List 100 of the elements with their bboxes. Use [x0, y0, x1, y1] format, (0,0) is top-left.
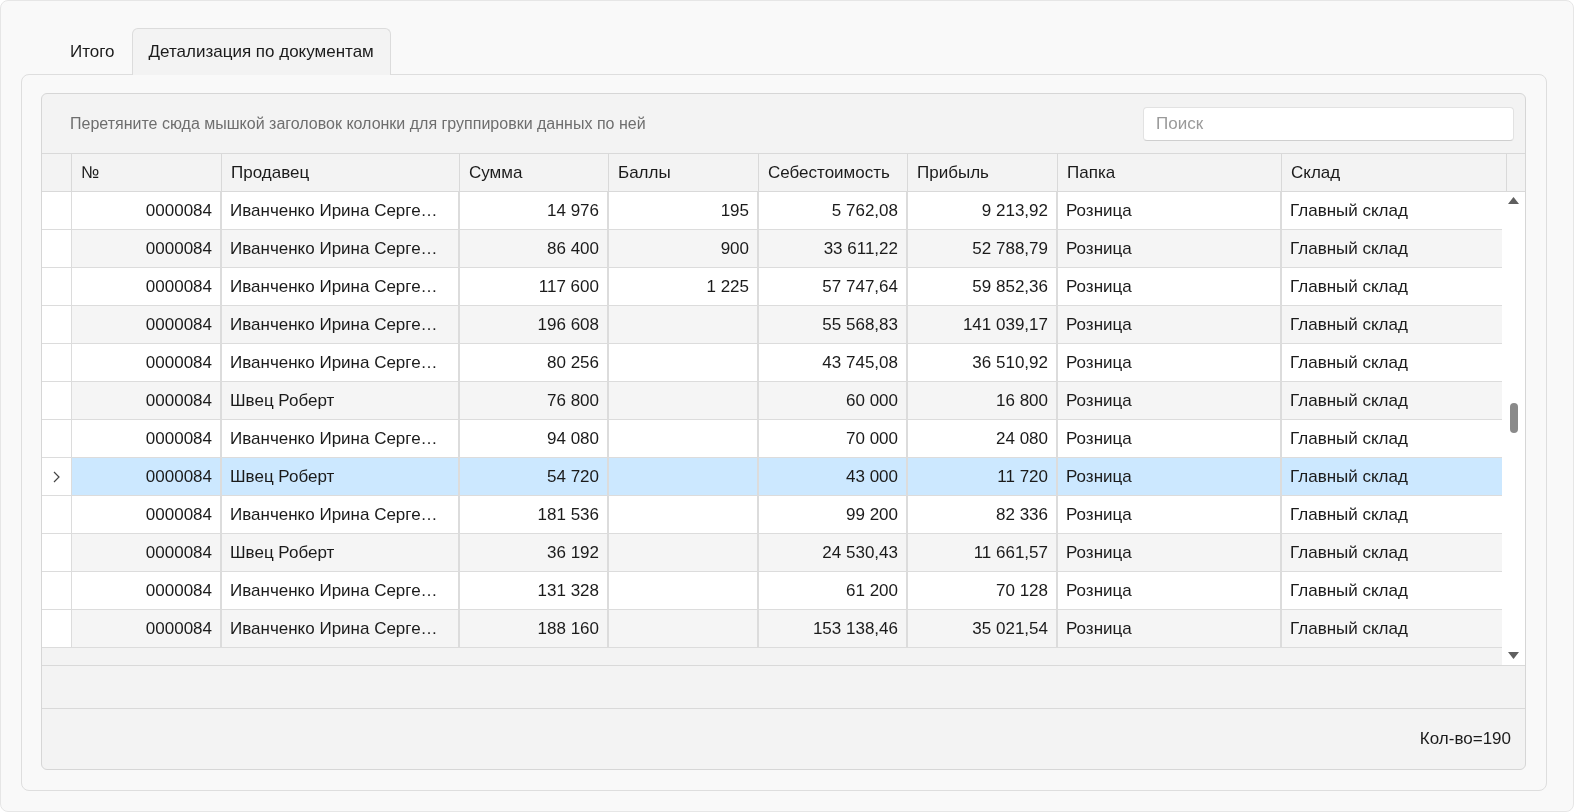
- table-cell: Розница: [1066, 580, 1132, 601]
- table-cell: 0000084: [145, 238, 212, 259]
- column-header[interactable]: Папка: [1058, 154, 1282, 191]
- table-cell: 36 510,92: [972, 352, 1048, 373]
- vertical-scrollbar[interactable]: [1502, 192, 1525, 665]
- table-cell: 1 225: [706, 276, 749, 297]
- table-cell: Иванченко Ирина Серге…: [230, 618, 438, 639]
- scrollbar-thumb[interactable]: [1510, 403, 1518, 433]
- table-cell: 80 256: [547, 352, 599, 373]
- table-cell: Иванченко Ирина Серге…: [230, 238, 438, 259]
- column-header[interactable]: Сумма: [460, 154, 609, 191]
- table-cell: Главный склад: [1290, 580, 1408, 601]
- table-cell: 181 536: [537, 504, 599, 525]
- table-cell: Розница: [1066, 276, 1132, 297]
- tab[interactable]: Детализация по документам: [131, 28, 391, 75]
- table-cell: 94 080: [547, 428, 599, 449]
- table-cell: Главный склад: [1290, 200, 1408, 221]
- table-cell: Иванченко Ирина Серге…: [230, 200, 438, 221]
- table-cell: Главный склад: [1290, 314, 1408, 335]
- table-cell: Розница: [1066, 238, 1132, 259]
- table-row[interactable]: 0000084 Иванченко Ирина Серге… 14 976 195 5 762,08 9 213,92 Розница Главный склад: [42, 192, 1502, 230]
- tab[interactable]: Итого: [53, 28, 132, 75]
- table-cell: 0000084: [145, 200, 212, 221]
- table-row[interactable]: 0000084 Иванченко Ирина Серге… 196 608 55 568,83 141 039,17 Розница Главный склад: [42, 306, 1502, 344]
- table-cell: 0000084: [145, 542, 212, 563]
- table-cell: Главный склад: [1290, 542, 1408, 563]
- table-cell: 0000084: [145, 352, 212, 373]
- table-row[interactable]: 0000084 Иванченко Ирина Серге… 181 536 99 200 82 336 Розница Главный склад: [42, 496, 1502, 534]
- table-cell: Розница: [1066, 466, 1132, 487]
- table-row[interactable]: 0000084 Иванченко Ирина Серге… 86 400 900 33 611,22 52 788,79 Розница Главный склад: [42, 230, 1502, 268]
- column-header[interactable]: Баллы: [609, 154, 759, 191]
- search-field[interactable]: Поиск: [1143, 106, 1514, 141]
- table-cell: Швец Роберт: [230, 390, 335, 411]
- table-cell: Иванченко Ирина Серге…: [230, 428, 438, 449]
- column-header[interactable]: Продавец: [222, 154, 460, 191]
- table-cell: 61 200: [846, 580, 898, 601]
- table-cell: 70 128: [996, 580, 1048, 601]
- scroll-up-icon[interactable]: [1507, 196, 1520, 205]
- table-cell: 43 000: [846, 466, 898, 487]
- table-cell: 55 568,83: [822, 314, 898, 335]
- column-header[interactable]: Склад: [1282, 154, 1507, 191]
- table-cell: 0000084: [145, 618, 212, 639]
- table-cell: 86 400: [547, 238, 599, 259]
- chevron-right-icon: [53, 470, 60, 483]
- table-cell: Розница: [1066, 504, 1132, 525]
- table-cell: Розница: [1066, 390, 1132, 411]
- table-cell: Розница: [1066, 314, 1132, 335]
- table-row[interactable]: 0000084 Иванченко Ирина Серге… 117 600 1 225 57 747,64 59 852,36 Розница Главный склад: [42, 268, 1502, 306]
- table-row[interactable]: 0000084 Швец Роберт 36 192 24 530,43 11 661,57 Розница Главный склад: [42, 534, 1502, 572]
- scroll-down-icon[interactable]: [1507, 651, 1520, 660]
- table-cell: 11 661,57: [973, 542, 1048, 563]
- table-cell: Главный склад: [1290, 276, 1408, 297]
- column-header[interactable]: №: [72, 154, 222, 191]
- table-cell: 11 720: [997, 466, 1048, 487]
- table-cell: 0000084: [145, 428, 212, 449]
- table-row[interactable]: 0000084 Швец Роберт 54 720 43 000 11 720 Розница Главный склад: [42, 458, 1502, 496]
- table-cell: 141 039,17: [962, 314, 1048, 335]
- table-cell: 57 747,64: [822, 276, 898, 297]
- table-cell: Швец Роберт: [230, 542, 335, 563]
- table-cell: Розница: [1066, 542, 1132, 563]
- table-cell: 0000084: [145, 504, 212, 525]
- table-cell: 24 530,43: [822, 542, 898, 563]
- table-cell: 59 852,36: [972, 276, 1048, 297]
- table-cell: Иванченко Ирина Серге…: [230, 580, 438, 601]
- table-cell: 14 976: [547, 200, 599, 221]
- table-cell: Розница: [1066, 200, 1132, 221]
- table-cell: Иванченко Ирина Серге…: [230, 276, 438, 297]
- table-cell: Розница: [1066, 618, 1132, 639]
- table-cell: 60 000: [846, 390, 898, 411]
- table-cell: Иванченко Ирина Серге…: [230, 504, 438, 525]
- table-cell: 76 800: [547, 390, 599, 411]
- table-cell: 0000084: [145, 314, 212, 335]
- table-row[interactable]: 0000084 Иванченко Ирина Серге… 188 160 153 138,46 35 021,54 Розница Главный склад: [42, 610, 1502, 648]
- table-row[interactable]: 0000084 Иванченко Ирина Серге… 94 080 70 000 24 080 Розница Главный склад: [42, 420, 1502, 458]
- table-cell: 36 192: [547, 542, 599, 563]
- column-header[interactable]: Прибыль: [908, 154, 1058, 191]
- table-cell: 900: [720, 238, 749, 259]
- table-cell: Главный склад: [1290, 504, 1408, 525]
- table-cell: 99 200: [846, 504, 898, 525]
- table-row[interactable]: 0000084 Иванченко Ирина Серге… 131 328 61 200 70 128 Розница Главный склад: [42, 572, 1502, 610]
- table-cell: 0000084: [145, 390, 212, 411]
- table-cell: 188 160: [537, 618, 599, 639]
- table-cell: 0000084: [145, 580, 212, 601]
- table-cell: 0000084: [145, 466, 212, 487]
- table-cell: 70 000: [846, 428, 898, 449]
- table-cell: Главный склад: [1290, 352, 1408, 373]
- table-cell: 43 745,08: [822, 352, 898, 373]
- table-cell: Главный склад: [1290, 428, 1408, 449]
- table-cell: Иванченко Ирина Серге…: [230, 352, 438, 373]
- table-cell: 52 788,79: [972, 238, 1048, 259]
- table-cell: 5 762,08: [831, 200, 898, 221]
- table-cell: 9 213,92: [981, 200, 1048, 221]
- table-cell: 131 328: [537, 580, 599, 601]
- table-cell: 195: [720, 200, 749, 221]
- table-row[interactable]: 0000084 Швец Роберт 76 800 60 000 16 800 Розница Главный склад: [42, 382, 1502, 420]
- column-header[interactable]: Себестоимость: [759, 154, 908, 191]
- table-cell: 16 800: [996, 390, 1048, 411]
- table-row[interactable]: 0000084 Иванченко Ирина Серге… 80 256 43 745,08 36 510,92 Розница Главный склад: [42, 344, 1502, 382]
- row-count: Кол-во=190: [1419, 729, 1511, 749]
- table-cell: Швец Роберт: [230, 466, 335, 487]
